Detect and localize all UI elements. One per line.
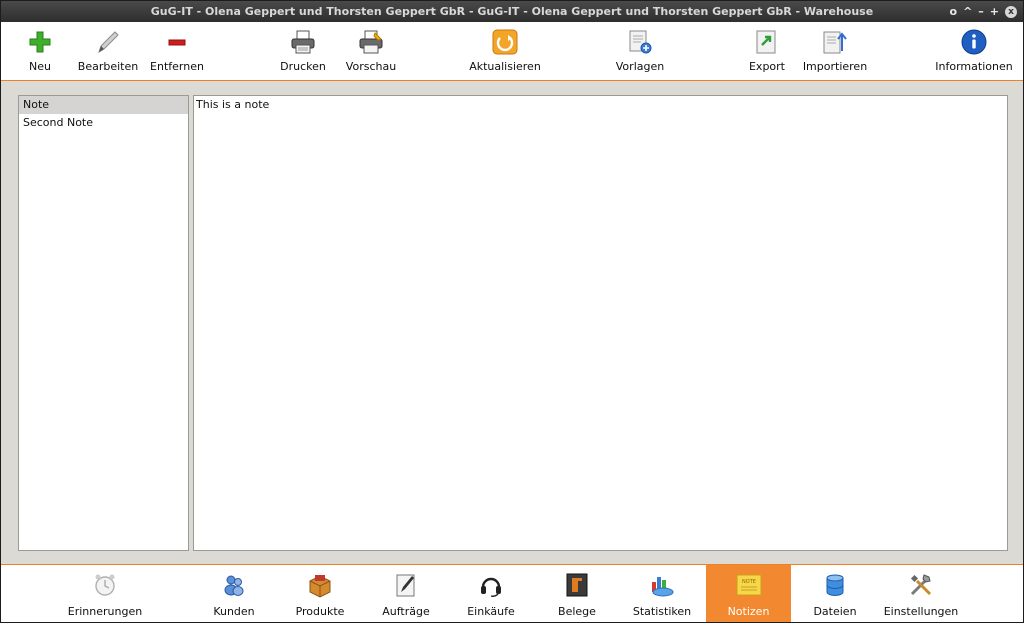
note-icon-text: NOTE [742,579,756,585]
info-label: Informationen [935,60,1013,73]
module-label: Kunden [213,605,255,618]
module-label: Einkäufe [467,605,515,618]
title-bar[interactable]: GuG-IT - Olena Geppert und Thorsten Gepp… [1,1,1023,22]
printer-icon [289,28,317,56]
list-item[interactable]: Second Note [19,114,188,132]
window-controls: o ^ – + x [950,1,1017,22]
window-minimize-button[interactable]: – [978,5,984,18]
window-shade-button[interactable]: ^ [963,5,972,18]
info-button[interactable]: Informationen [933,22,1015,80]
pencil-icon [94,28,122,56]
module-receipts[interactable]: Belege [551,565,603,622]
module-bar: Erinnerungen Kunden Produkte Aufträge Ei… [1,564,1023,622]
edit-button[interactable]: Bearbeiten [75,22,141,80]
alarm-clock-icon [90,570,120,600]
import-button[interactable]: Importieren [801,22,869,80]
print-preview-icon [357,28,385,56]
templates-label: Vorlagen [615,60,665,73]
list-item[interactable]: Note [19,96,188,114]
note-editor[interactable]: This is a note [193,95,1008,551]
plus-icon [26,28,54,56]
module-label: Erinnerungen [67,605,143,618]
export-button[interactable]: Export [747,22,787,80]
print-label: Drucken [280,60,326,73]
remove-label: Entfernen [150,60,204,73]
window-title: GuG-IT - Olena Geppert und Thorsten Gepp… [150,5,874,18]
window-maximize-button[interactable]: + [990,5,999,18]
window-menu-button[interactable]: o [950,5,958,18]
notes-list[interactable]: Note Second Note [18,95,189,551]
sticky-note-icon: NOTE [734,570,764,600]
users-icon [219,570,249,600]
receipts-icon [562,570,592,600]
module-label: Aufträge [382,605,430,618]
export-icon [753,28,781,56]
window-close-button[interactable]: x [1005,5,1017,18]
database-icon [820,570,850,600]
chart-icon [647,570,677,600]
refresh-label: Aktualisieren [469,60,541,73]
module-orders[interactable]: Aufträge [377,565,435,622]
note-text[interactable]: This is a note [196,98,269,111]
app-window: GuG-IT - Olena Geppert und Thorsten Gepp… [0,0,1024,623]
module-label: Produkte [295,605,345,618]
module-reminders[interactable]: Erinnerungen [63,565,147,622]
module-notes[interactable]: NOTE Notizen [706,565,791,622]
module-label: Belege [558,605,596,618]
export-label: Export [748,60,785,73]
module-label: Dateien [813,605,857,618]
toolbar: Neu Bearbeiten Entfernen Drucken Vorscha… [1,22,1023,81]
templates-button[interactable]: Vorlagen [613,22,667,80]
headset-icon [476,570,506,600]
module-label: Einstellungen [883,605,959,618]
module-products[interactable]: Produkte [291,565,349,622]
minus-icon [163,28,191,56]
info-icon [960,28,988,56]
new-label: Neu [29,60,51,73]
remove-button[interactable]: Entfernen [147,22,207,80]
module-statistics[interactable]: Statistiken [629,565,695,622]
refresh-icon [491,28,519,56]
module-settings[interactable]: Einstellungen [881,565,961,622]
import-label: Importieren [802,60,868,73]
print-button[interactable]: Drucken [277,22,329,80]
preview-button[interactable]: Vorschau [343,22,399,80]
document-pencil-icon [391,570,421,600]
module-label: Notizen [727,605,770,618]
new-button[interactable]: Neu [23,22,57,80]
module-customers[interactable]: Kunden [207,565,261,622]
module-purchases[interactable]: Einkäufe [463,565,519,622]
template-add-icon [626,28,654,56]
main-content: Note Second Note This is a note [1,81,1023,564]
module-files[interactable]: Dateien [807,565,863,622]
edit-label: Bearbeiten [77,60,139,73]
tools-icon [906,570,936,600]
module-label: Statistiken [632,605,692,618]
preview-label: Vorschau [345,60,397,73]
import-icon [821,28,849,56]
refresh-button[interactable]: Aktualisieren [467,22,543,80]
package-icon [305,570,335,600]
